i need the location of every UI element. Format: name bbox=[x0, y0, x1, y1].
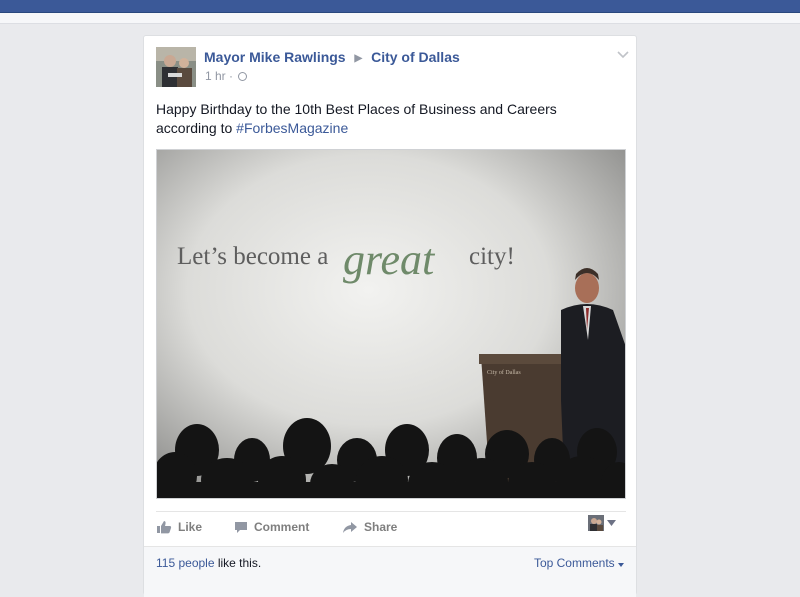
likes-count-link[interactable]: 115 people bbox=[156, 556, 215, 570]
post-photo[interactable]: Let’s become a great city! City of Dalla… bbox=[156, 149, 626, 499]
comment-button[interactable]: Comment bbox=[234, 517, 309, 537]
facebook-top-bar bbox=[0, 0, 800, 13]
banner-text-prefix: Let’s become a bbox=[177, 243, 328, 270]
svg-text:Let’s become a: Let’s become a bbox=[177, 243, 328, 270]
banner-text-emphasis: great bbox=[343, 235, 436, 284]
top-comments-dropdown[interactable]: Top Comments bbox=[534, 556, 624, 570]
likes-suffix: like this. bbox=[214, 556, 262, 570]
globe-icon[interactable] bbox=[238, 72, 248, 81]
post-message: Happy Birthday to the 10th Best Places o… bbox=[156, 100, 616, 138]
post-message-text: Happy Birthday to the 10th Best Places o… bbox=[156, 101, 557, 136]
caret-down-icon bbox=[607, 520, 616, 526]
post-meta: 1 hr · bbox=[205, 69, 248, 83]
page-avatar-icon bbox=[588, 515, 604, 531]
actions-divider bbox=[156, 511, 626, 512]
sub-header-bar bbox=[0, 13, 800, 24]
post-timestamp[interactable]: 1 hr bbox=[205, 69, 226, 83]
comment-label: Comment bbox=[254, 520, 310, 534]
post-card: Mayor Mike Rawlings ▶ City of Dallas 1 h… bbox=[143, 35, 637, 597]
caret-down-small-icon bbox=[618, 563, 624, 567]
post-as-selector[interactable] bbox=[588, 515, 616, 531]
post-header: Mayor Mike Rawlings ▶ City of Dallas bbox=[204, 49, 460, 65]
like-label: Like bbox=[178, 520, 203, 534]
photo-image: Let’s become a great city! City of Dalla… bbox=[157, 150, 625, 498]
banner-text-suffix: city! bbox=[469, 243, 515, 270]
author-name-link[interactable]: Mayor Mike Rawlings bbox=[204, 49, 346, 65]
thumbs-up-icon bbox=[157, 521, 172, 534]
top-comments-label: Top Comments bbox=[533, 556, 615, 570]
meta-separator: · bbox=[229, 69, 234, 83]
hashtag-link[interactable]: #ForbesMagazine bbox=[236, 120, 348, 136]
author-avatar[interactable] bbox=[156, 47, 196, 87]
podium-text: City of Dallas bbox=[487, 369, 521, 376]
share-label: Share bbox=[364, 520, 398, 534]
comment-bubble-icon bbox=[235, 521, 247, 533]
share-button[interactable]: Share bbox=[342, 517, 397, 537]
likes-summary: 115 people like this. bbox=[156, 556, 261, 570]
avatar-photo bbox=[156, 47, 196, 87]
like-button[interactable]: Like bbox=[156, 517, 202, 537]
share-arrow-icon bbox=[343, 521, 357, 533]
post-options-chevron-icon[interactable] bbox=[616, 48, 630, 60]
arrow-right-icon: ▶ bbox=[354, 53, 363, 64]
likes-summary-bar: 115 people like this. Top Comments bbox=[144, 546, 636, 597]
target-page-link[interactable]: City of Dallas bbox=[371, 49, 460, 65]
